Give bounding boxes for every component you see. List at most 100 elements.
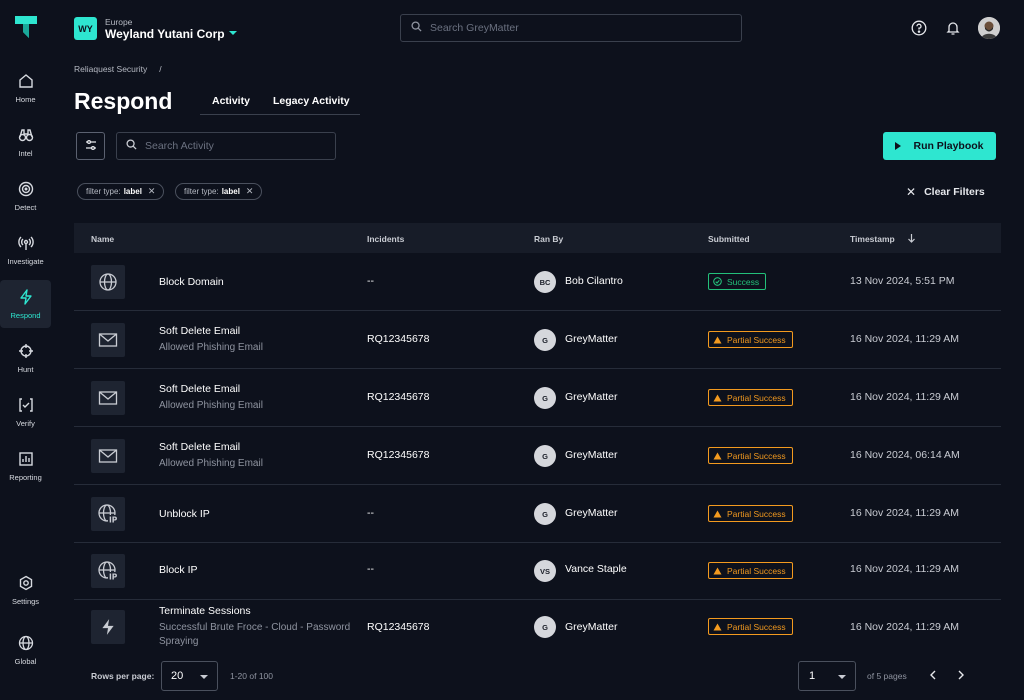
- sidebar-item-label: Home: [15, 95, 36, 104]
- chevron-down-icon[interactable]: [229, 31, 237, 35]
- sidebar-item-label: Hunt: [17, 365, 34, 374]
- user-avatar[interactable]: [978, 17, 1000, 39]
- binoculars-icon: [17, 126, 35, 144]
- status-label: Partial Success: [727, 621, 786, 632]
- sidebar-item-intel[interactable]: Intel: [0, 118, 51, 166]
- help-icon[interactable]: [910, 19, 928, 37]
- column-header-name[interactable]: Name: [91, 234, 114, 244]
- status-badge: Success: [708, 273, 767, 290]
- run-playbook-label: Run Playbook: [913, 140, 984, 152]
- status-label: Partial Success: [727, 508, 786, 519]
- org-switcher[interactable]: Weyland Yutani Corp: [105, 27, 225, 41]
- activity-search-input[interactable]: [145, 140, 315, 152]
- filter-chip[interactable]: filter type: label ✕: [77, 183, 165, 200]
- timestamp: 16 Nov 2024, 11:29 AM: [850, 563, 959, 575]
- filter-settings-button[interactable]: [76, 132, 105, 160]
- chevron-left-icon[interactable]: [925, 667, 941, 683]
- crosshair-icon: [17, 342, 35, 360]
- incident-id[interactable]: RQ12345678: [367, 391, 429, 403]
- sidebar-item-hunt[interactable]: Hunt: [0, 334, 51, 382]
- playbook-name: Block IP: [159, 564, 198, 576]
- close-icon[interactable]: ✕: [148, 186, 156, 197]
- ran-by: GreyMatter: [565, 391, 618, 403]
- rows-per-page-label: Rows per page:: [91, 671, 155, 681]
- sidebar-item-investigate[interactable]: Investigate: [0, 226, 51, 274]
- tab-activity[interactable]: Activity: [212, 95, 250, 107]
- filter-chip[interactable]: filter type: label ✕: [175, 183, 263, 200]
- status-badge: Partial Success: [708, 389, 793, 406]
- target-icon: [17, 180, 35, 198]
- app-logo[interactable]: [14, 15, 38, 39]
- status-badge: Partial Success: [708, 331, 793, 348]
- table-row[interactable]: Terminate Sessions Successful Brute Froc…: [74, 600, 1001, 657]
- sidebar-item-detect[interactable]: Detect: [0, 172, 51, 220]
- chevron-right-icon[interactable]: [953, 667, 969, 683]
- sidebar-item-global[interactable]: Global: [0, 626, 51, 674]
- column-header-ran-by[interactable]: Ran By: [534, 234, 563, 244]
- sidebar-item-label: Intel: [18, 149, 33, 158]
- sidebar-item-home[interactable]: Home: [0, 64, 51, 112]
- activity-search[interactable]: [116, 132, 336, 160]
- avatar: BC: [534, 271, 556, 293]
- avatar: G: [534, 445, 556, 467]
- column-header-incidents[interactable]: Incidents: [367, 234, 404, 244]
- bolt-icon: [91, 610, 125, 644]
- ran-by: GreyMatter: [565, 449, 618, 461]
- sidebar-item-verify[interactable]: Verify: [0, 388, 51, 436]
- sidebar-item-reporting[interactable]: Reporting: [0, 442, 51, 490]
- playbook-name: Unblock IP: [159, 508, 210, 520]
- status-label: Partial Success: [727, 450, 786, 461]
- tabs-divider: [200, 114, 360, 115]
- avatar: G: [534, 503, 556, 525]
- table-row[interactable]: Soft Delete Email Allowed Phishing Email…: [74, 427, 1001, 485]
- incident-id[interactable]: RQ12345678: [367, 449, 429, 461]
- playbook-name: Soft Delete Email: [159, 325, 241, 337]
- broadcast-icon: [17, 234, 35, 252]
- check-circle-icon: [713, 277, 722, 286]
- table-row[interactable]: Block Domain -- BC Bob Cilantro Success …: [74, 253, 1001, 311]
- table-row[interactable]: IP Unblock IP -- G GreyMatter Partial Su…: [74, 485, 1001, 543]
- envelope-icon: [91, 323, 125, 357]
- run-playbook-button[interactable]: Run Playbook: [883, 132, 996, 160]
- incident-id[interactable]: RQ12345678: [367, 621, 429, 633]
- sliders-icon: [85, 139, 97, 154]
- rows-range: 1-20 of 100: [230, 671, 274, 681]
- status-badge: Partial Success: [708, 505, 793, 522]
- playbook-subtitle: Allowed Phishing Email: [159, 342, 263, 353]
- status-badge: Partial Success: [708, 618, 793, 635]
- incident-id[interactable]: RQ12345678: [367, 333, 429, 345]
- column-header-submitted[interactable]: Submitted: [708, 234, 750, 244]
- table-row[interactable]: IP Block IP -- VS Vance Staple Partial S…: [74, 542, 1001, 600]
- ran-by: GreyMatter: [565, 507, 618, 519]
- table-row[interactable]: Soft Delete Email Allowed Phishing Email…: [74, 311, 1001, 369]
- column-header-timestamp[interactable]: Timestamp: [850, 234, 895, 244]
- pagination-bar: Rows per page: 20 1-20 of 100 1 of 5 pag…: [74, 657, 1001, 700]
- breadcrumb-item[interactable]: Reliaquest Security: [74, 64, 147, 74]
- filter-chip-value: label: [221, 187, 240, 196]
- table-row[interactable]: Soft Delete Email Allowed Phishing Email…: [74, 369, 1001, 427]
- global-search[interactable]: [400, 14, 742, 42]
- search-icon: [126, 139, 137, 153]
- clear-filters-button[interactable]: ✕ Clear Filters: [906, 185, 985, 199]
- avatar: G: [534, 616, 556, 638]
- sort-down-icon[interactable]: [907, 233, 916, 246]
- breadcrumb-separator: /: [159, 64, 162, 74]
- org-region: Europe: [105, 17, 133, 27]
- global-search-input[interactable]: [430, 22, 710, 34]
- sidebar-item-respond[interactable]: Respond: [0, 280, 51, 328]
- sidebar-item-label: Reporting: [9, 473, 42, 482]
- globe-ip-icon: IP: [91, 497, 125, 531]
- page-select[interactable]: 1: [798, 661, 856, 691]
- sidebar-item-settings[interactable]: Settings: [0, 566, 51, 614]
- warning-icon: [713, 509, 722, 518]
- sidebar-item-label: Verify: [16, 419, 35, 428]
- close-icon[interactable]: ✕: [246, 186, 254, 197]
- rows-per-page-select[interactable]: 20: [161, 661, 218, 691]
- chevron-down-icon: [200, 675, 208, 679]
- bell-icon[interactable]: [944, 19, 962, 37]
- globe-icon: [17, 634, 35, 652]
- org-badge[interactable]: WY: [74, 17, 97, 40]
- status-label: Partial Success: [727, 565, 786, 576]
- status-label: Partial Success: [727, 392, 786, 403]
- tab-legacy-activity[interactable]: Legacy Activity: [273, 95, 350, 107]
